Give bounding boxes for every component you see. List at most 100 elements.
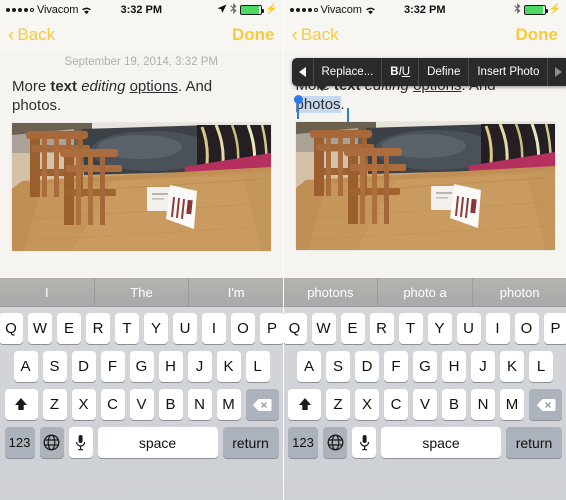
key-k[interactable]: K: [216, 351, 241, 382]
key-j[interactable]: J: [471, 351, 495, 382]
key-d[interactable]: D: [355, 351, 379, 382]
shift-key[interactable]: [288, 389, 321, 420]
key-v[interactable]: V: [129, 389, 154, 420]
key-w[interactable]: W: [28, 313, 52, 344]
left-triangle-icon: [298, 67, 306, 77]
suggestion-item[interactable]: photon: [473, 278, 566, 306]
globe-icon[interactable]: [39, 427, 64, 458]
key-g[interactable]: G: [129, 351, 154, 382]
key-z[interactable]: Z: [42, 389, 67, 420]
menu-item-format[interactable]: BIU: [382, 58, 420, 86]
suggestion-bar[interactable]: photons photo a photon: [283, 278, 566, 307]
keyboard[interactable]: photons photo a photon Q W E R T Y U I O…: [283, 278, 566, 500]
suggestion-item[interactable]: photo a: [378, 278, 473, 306]
key-z[interactable]: Z: [326, 389, 350, 420]
key-m[interactable]: M: [500, 389, 524, 420]
done-button[interactable]: Done: [516, 25, 559, 45]
key-t[interactable]: T: [398, 313, 423, 344]
key-n[interactable]: N: [187, 389, 212, 420]
backspace-key[interactable]: [529, 389, 562, 420]
key-g[interactable]: G: [413, 351, 437, 382]
key-l[interactable]: L: [529, 351, 553, 382]
note-body[interactable]: September 19, 2014, 3:32 PM More text ed…: [0, 50, 283, 278]
key-l[interactable]: L: [245, 351, 270, 382]
key-r[interactable]: R: [86, 313, 110, 344]
menu-item-insert-photo[interactable]: Insert Photo: [469, 58, 549, 86]
key-q[interactable]: Q: [283, 313, 307, 344]
globe-icon[interactable]: [323, 427, 347, 458]
note-photo[interactable]: [295, 122, 555, 250]
space-key[interactable]: space: [97, 427, 218, 458]
numeric-key[interactable]: 123: [4, 427, 35, 458]
key-o[interactable]: O: [514, 313, 539, 344]
key-y[interactable]: Y: [144, 313, 168, 344]
backspace-key[interactable]: [245, 389, 279, 420]
key-y[interactable]: Y: [427, 313, 452, 344]
return-key[interactable]: return: [506, 427, 562, 458]
key-r[interactable]: R: [369, 313, 394, 344]
key-x[interactable]: X: [355, 389, 379, 420]
key-p[interactable]: P: [543, 313, 566, 344]
microphone-icon[interactable]: [68, 427, 93, 458]
key-c[interactable]: C: [384, 389, 408, 420]
keyboard[interactable]: I The I'm Q W E R T Y U I O P A S D F G …: [0, 278, 283, 500]
dual-screenshot: Vivacom 3:32 PM ⚡ ‹ Back Done September …: [0, 0, 566, 500]
back-button[interactable]: ‹ Back: [292, 25, 339, 45]
selection-handle-start[interactable]: [293, 95, 303, 119]
key-f[interactable]: F: [384, 351, 408, 382]
key-a[interactable]: A: [13, 351, 38, 382]
key-u[interactable]: U: [173, 313, 197, 344]
note-text-period: .: [340, 96, 345, 113]
suggestion-bar[interactable]: I The I'm: [0, 278, 283, 307]
suggestion-item[interactable]: I: [0, 278, 95, 306]
numeric-key[interactable]: 123: [288, 427, 318, 458]
key-w[interactable]: W: [311, 313, 336, 344]
done-button[interactable]: Done: [232, 25, 275, 45]
key-o[interactable]: O: [231, 313, 255, 344]
key-d[interactable]: D: [71, 351, 96, 382]
key-e[interactable]: E: [340, 313, 365, 344]
key-i[interactable]: I: [485, 313, 510, 344]
status-bar: Vivacom 3:32 PM ⚡: [283, 0, 566, 20]
note-text-italic: editing: [81, 78, 126, 95]
key-f[interactable]: F: [100, 351, 125, 382]
key-j[interactable]: J: [187, 351, 212, 382]
key-s[interactable]: S: [326, 351, 350, 382]
menu-item-replace[interactable]: Replace...: [314, 58, 383, 86]
key-c[interactable]: C: [100, 389, 125, 420]
key-b[interactable]: B: [158, 389, 183, 420]
shift-key[interactable]: [4, 389, 38, 420]
key-q[interactable]: Q: [0, 313, 23, 344]
key-i[interactable]: I: [202, 313, 226, 344]
key-p[interactable]: P: [260, 313, 283, 344]
key-m[interactable]: M: [216, 389, 241, 420]
back-button[interactable]: ‹ Back: [8, 25, 55, 45]
menu-next-arrow[interactable]: [548, 58, 566, 86]
return-key[interactable]: return: [222, 427, 279, 458]
key-e[interactable]: E: [57, 313, 81, 344]
chevron-left-icon: ‹: [291, 24, 298, 46]
key-t[interactable]: T: [115, 313, 139, 344]
microphone-icon[interactable]: [352, 427, 376, 458]
space-key[interactable]: space: [381, 427, 501, 458]
key-k[interactable]: K: [500, 351, 524, 382]
key-x[interactable]: X: [71, 389, 96, 420]
key-s[interactable]: S: [42, 351, 67, 382]
keyboard-row-3: Z X C V B N M: [2, 389, 281, 420]
note-text[interactable]: More text editing options. And photos.: [0, 68, 283, 115]
key-h[interactable]: H: [158, 351, 183, 382]
key-h[interactable]: H: [442, 351, 466, 382]
suggestion-item[interactable]: The: [95, 278, 190, 306]
key-v[interactable]: V: [413, 389, 437, 420]
note-photo[interactable]: [12, 123, 271, 251]
text-edit-menu[interactable]: Replace... BIU Define Insert Photo: [291, 58, 566, 91]
menu-prev-arrow[interactable]: [292, 58, 314, 86]
key-u[interactable]: U: [456, 313, 481, 344]
key-a[interactable]: A: [297, 351, 321, 382]
suggestion-item[interactable]: photons: [284, 278, 379, 306]
menu-item-define[interactable]: Define: [419, 58, 470, 86]
key-n[interactable]: N: [471, 389, 495, 420]
note-body[interactable]: Replace... BIU Define Insert Photo More …: [283, 50, 566, 278]
key-b[interactable]: B: [442, 389, 466, 420]
suggestion-item[interactable]: I'm: [189, 278, 282, 306]
